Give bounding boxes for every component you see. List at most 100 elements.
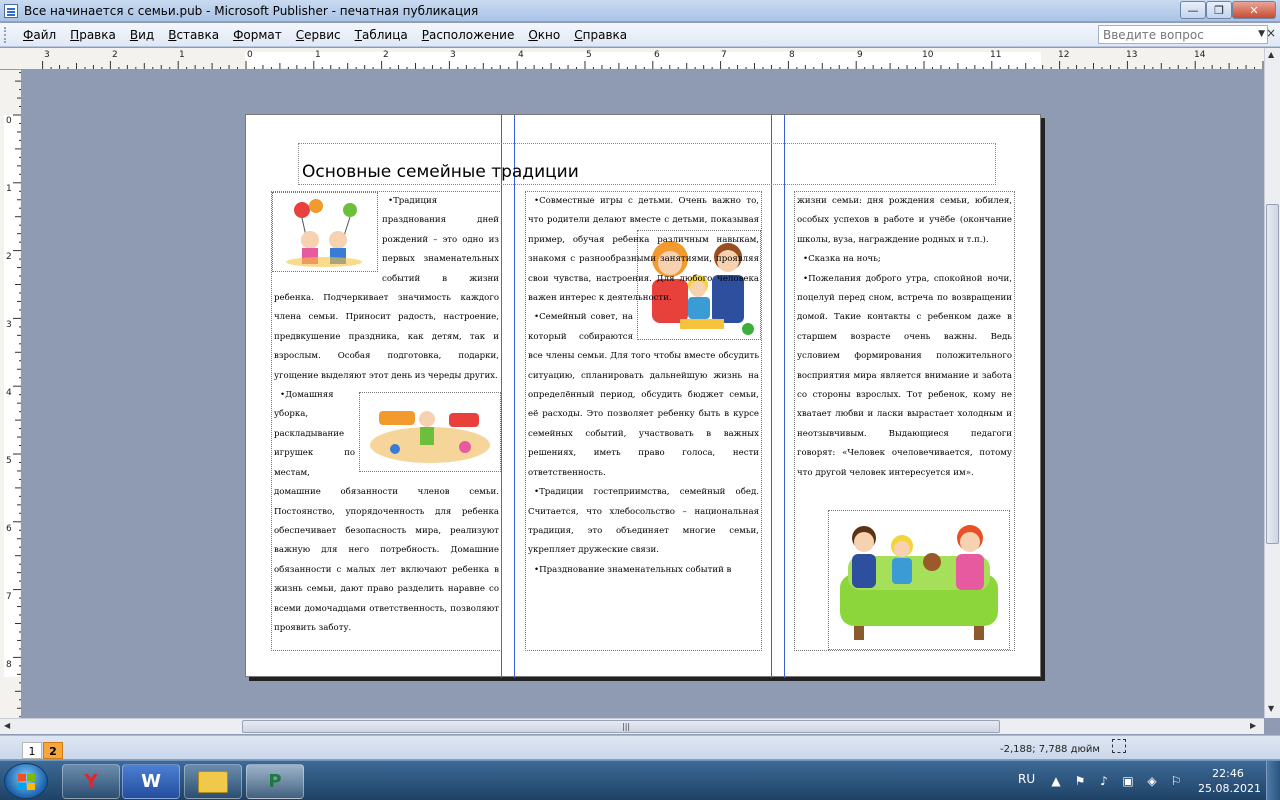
- clock-date: 25.08.2021: [1198, 782, 1261, 795]
- menu-insert[interactable]: Вставка: [161, 28, 226, 42]
- text-column-1[interactable]: •Традиция празднования дней рождений – э…: [271, 191, 502, 651]
- status-bar: 1 2 -2,188; 7,788 дюйм: [0, 735, 1280, 759]
- menu-bar: Файл Правка Вид Вставка Формат Сервис Та…: [0, 23, 1280, 47]
- ruler-label: 6: [6, 524, 12, 534]
- minimize-button[interactable]: —: [1180, 1, 1206, 19]
- taskbar: Y W P RU ▲ ⚑ ♪ ▣ ◈ ⚐ 22:46 25.08.2021: [0, 760, 1280, 800]
- ruler-label: 14: [1194, 50, 1206, 60]
- heading-text-box[interactable]: Основные семейные традиции: [298, 143, 996, 185]
- text-column-3[interactable]: жизни семьи: дня рождения семьи, юбилея,…: [794, 191, 1015, 651]
- scroll-right-icon[interactable]: ▶: [1250, 721, 1256, 730]
- column-guide[interactable]: [514, 115, 515, 678]
- page-tab-1[interactable]: 1: [22, 742, 42, 759]
- ruler-label: 0: [6, 116, 12, 126]
- cleaning-picture[interactable]: [359, 392, 501, 473]
- antivirus-icon[interactable]: ◈: [1144, 773, 1160, 789]
- family-reading-icon: [840, 525, 998, 640]
- column-guide[interactable]: [771, 115, 772, 678]
- publisher-app-icon[interactable]: [4, 3, 18, 18]
- scroll-down-icon[interactable]: ▼: [1268, 704, 1274, 713]
- yandex-browser-button[interactable]: Y: [62, 764, 120, 799]
- security-icon[interactable]: ⚑: [1072, 773, 1088, 789]
- menu-help[interactable]: Справка: [567, 28, 634, 42]
- ruler-label: 7: [721, 50, 727, 60]
- ruler-label: 12: [1058, 50, 1070, 60]
- ruler-ticks: [42, 61, 1264, 69]
- ruler-label: 7: [6, 592, 12, 602]
- menu-tools[interactable]: Сервис: [289, 28, 348, 42]
- text-column-2[interactable]: •Совместные игры с детьми. Очень важно т…: [525, 191, 762, 651]
- toolbar-grip[interactable]: [4, 26, 10, 43]
- ruler-label: 6: [654, 50, 660, 60]
- window-controls: — ❐ ✕: [1180, 1, 1276, 19]
- ask-question-input[interactable]: Введите вопрос ▼: [1098, 25, 1268, 44]
- system-tray: ▲ ⚑ ♪ ▣ ◈ ⚐: [1048, 773, 1184, 789]
- publication-page[interactable]: Основные семейные традиции •Традиция пра…: [245, 114, 1041, 678]
- folder-icon: [198, 770, 228, 793]
- publisher-button[interactable]: P: [246, 764, 304, 799]
- chevron-down-icon[interactable]: ▼: [1258, 29, 1265, 39]
- maximize-button[interactable]: ❐: [1206, 1, 1232, 19]
- ruler-label: 3: [44, 50, 50, 60]
- ruler-label: 11: [990, 50, 1002, 60]
- ruler-label: 9: [857, 50, 863, 60]
- clock-time: 22:46: [1212, 767, 1244, 780]
- ruler-label: 1: [179, 50, 185, 60]
- scroll-left-icon[interactable]: ◀: [4, 721, 10, 730]
- network-icon[interactable]: ▣: [1120, 773, 1136, 789]
- paragraph: •Сказка на ночь;: [803, 254, 881, 265]
- page-tab-2[interactable]: 2: [43, 742, 63, 759]
- birthday-picture[interactable]: [272, 192, 378, 272]
- language-indicator[interactable]: RU: [1018, 772, 1035, 786]
- ruler-label: 3: [450, 50, 456, 60]
- tray-expand-icon[interactable]: ▲: [1048, 773, 1064, 789]
- birthday-children-icon: [286, 199, 362, 267]
- child-cleaning-icon: [370, 411, 490, 464]
- vertical-scroll-thumb[interactable]: [1266, 204, 1279, 544]
- horizontal-scrollbar[interactable]: ◀ ||| ▶: [0, 718, 1264, 734]
- document-close-button[interactable]: ×: [1266, 26, 1276, 40]
- page-heading: Основные семейные традиции: [302, 162, 579, 182]
- notification-icon[interactable]: ⚐: [1168, 773, 1184, 789]
- volume-icon[interactable]: ♪: [1096, 773, 1112, 789]
- ruler-label: 2: [6, 252, 12, 262]
- ruler-label: 5: [6, 456, 12, 466]
- family-reading-picture[interactable]: [828, 510, 1010, 650]
- horizontal-scroll-thumb[interactable]: [242, 720, 1000, 733]
- title-bar: Все начинается с семьи.pub - Microsoft P…: [0, 0, 1280, 22]
- paragraph: жизни семьи: дня рождения семьи, юбилея,…: [797, 196, 1012, 245]
- menu-view[interactable]: Вид: [123, 28, 161, 42]
- explorer-button[interactable]: [184, 764, 242, 799]
- close-button[interactable]: ✕: [1232, 1, 1276, 19]
- ruler-label: 3: [6, 320, 12, 330]
- cursor-position: -2,188; 7,788 дюйм: [1000, 744, 1100, 755]
- vertical-ruler[interactable]: 0 1 2 3 4 5 6 7 8: [0, 70, 22, 718]
- ruler-label: 8: [789, 50, 795, 60]
- menu-arrange[interactable]: Расположение: [415, 28, 522, 42]
- menu-file[interactable]: Файл: [16, 28, 63, 42]
- ruler-label: 4: [518, 50, 524, 60]
- ruler-label: 4: [6, 388, 12, 398]
- ruler-label: 1: [6, 184, 12, 194]
- paragraph: •Традиции гостеприимства, семейный обед.…: [528, 487, 759, 556]
- menu-edit[interactable]: Правка: [63, 28, 123, 42]
- scroll-up-icon[interactable]: ▲: [1268, 50, 1274, 59]
- ruler-label: 0: [247, 50, 253, 60]
- clock[interactable]: 22:46 25.08.2021: [1198, 766, 1261, 796]
- object-size-icon: [1112, 739, 1126, 753]
- menu-window[interactable]: Окно: [521, 28, 567, 42]
- ruler-label: 1: [315, 50, 321, 60]
- ruler-label: 5: [586, 50, 592, 60]
- window-title: Все начинается с семьи.pub - Microsoft P…: [24, 3, 479, 18]
- column-guide[interactable]: [784, 115, 785, 678]
- scroll-grip-icon: |||: [622, 722, 631, 731]
- vertical-scrollbar[interactable]: ▲ ▼: [1264, 48, 1280, 718]
- ruler-label: 8: [6, 660, 12, 670]
- menu-format[interactable]: Формат: [226, 28, 289, 42]
- show-desktop-button[interactable]: [1266, 761, 1280, 800]
- ruler-label: 13: [1126, 50, 1138, 60]
- word-button[interactable]: W: [122, 764, 180, 799]
- start-button[interactable]: [4, 763, 48, 799]
- menu-table[interactable]: Таблица: [348, 28, 415, 42]
- horizontal-ruler[interactable]: 3 2 1 0 1 2 3 4 5 6 7 8 9 10 11 12 13 14: [0, 48, 1264, 70]
